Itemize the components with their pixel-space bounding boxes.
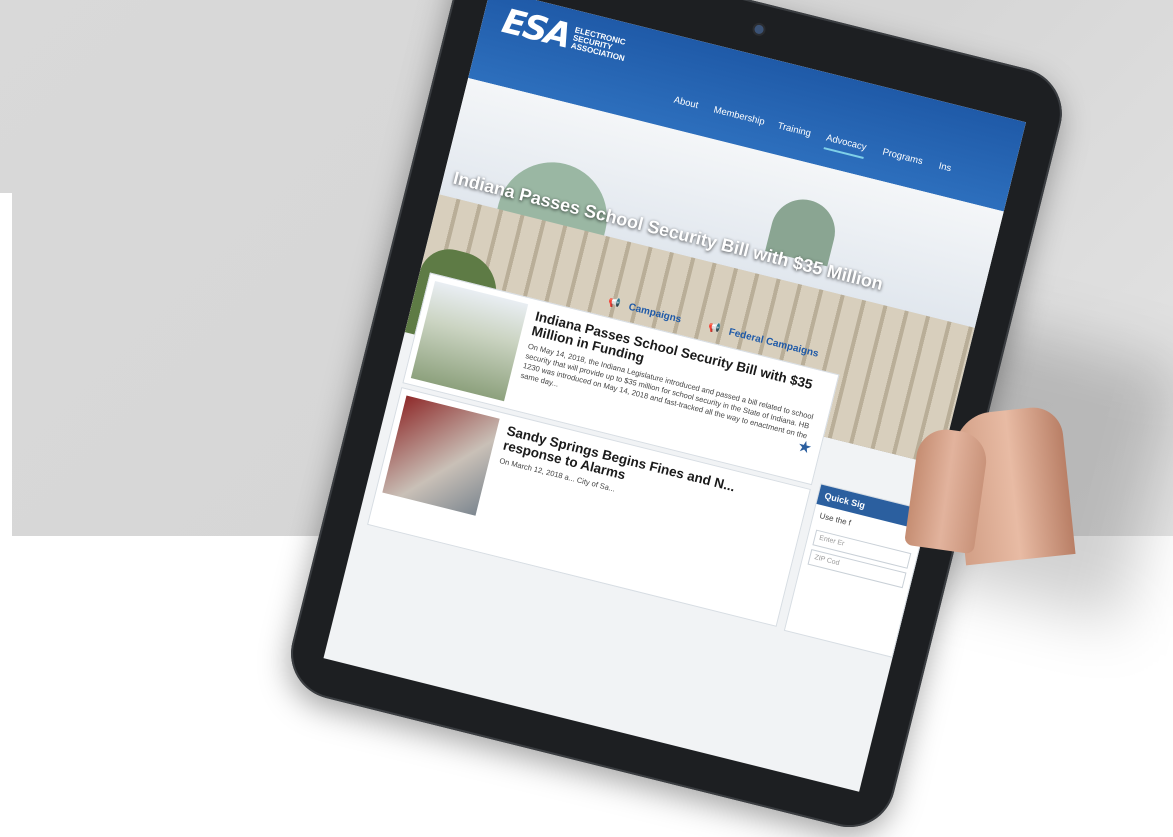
- news-thumbnail: [382, 395, 500, 516]
- nav-item-training[interactable]: Training: [776, 120, 812, 139]
- background-strip: [0, 193, 12, 536]
- tablet-screen: ESA ELECTRONIC SECURITY ASSOCIATION Abou…: [323, 0, 1027, 792]
- star-icon[interactable]: ★: [795, 436, 814, 459]
- nav-item-membership[interactable]: Membership: [712, 104, 765, 127]
- nav-item-about[interactable]: About: [673, 95, 700, 112]
- camera-icon: [753, 23, 765, 35]
- news-thumbnail: [410, 280, 529, 402]
- nav-item-programs[interactable]: Programs: [881, 147, 924, 168]
- nav-item-ins[interactable]: Ins: [938, 161, 953, 175]
- nav-item-advocacy[interactable]: Advocacy: [823, 132, 868, 159]
